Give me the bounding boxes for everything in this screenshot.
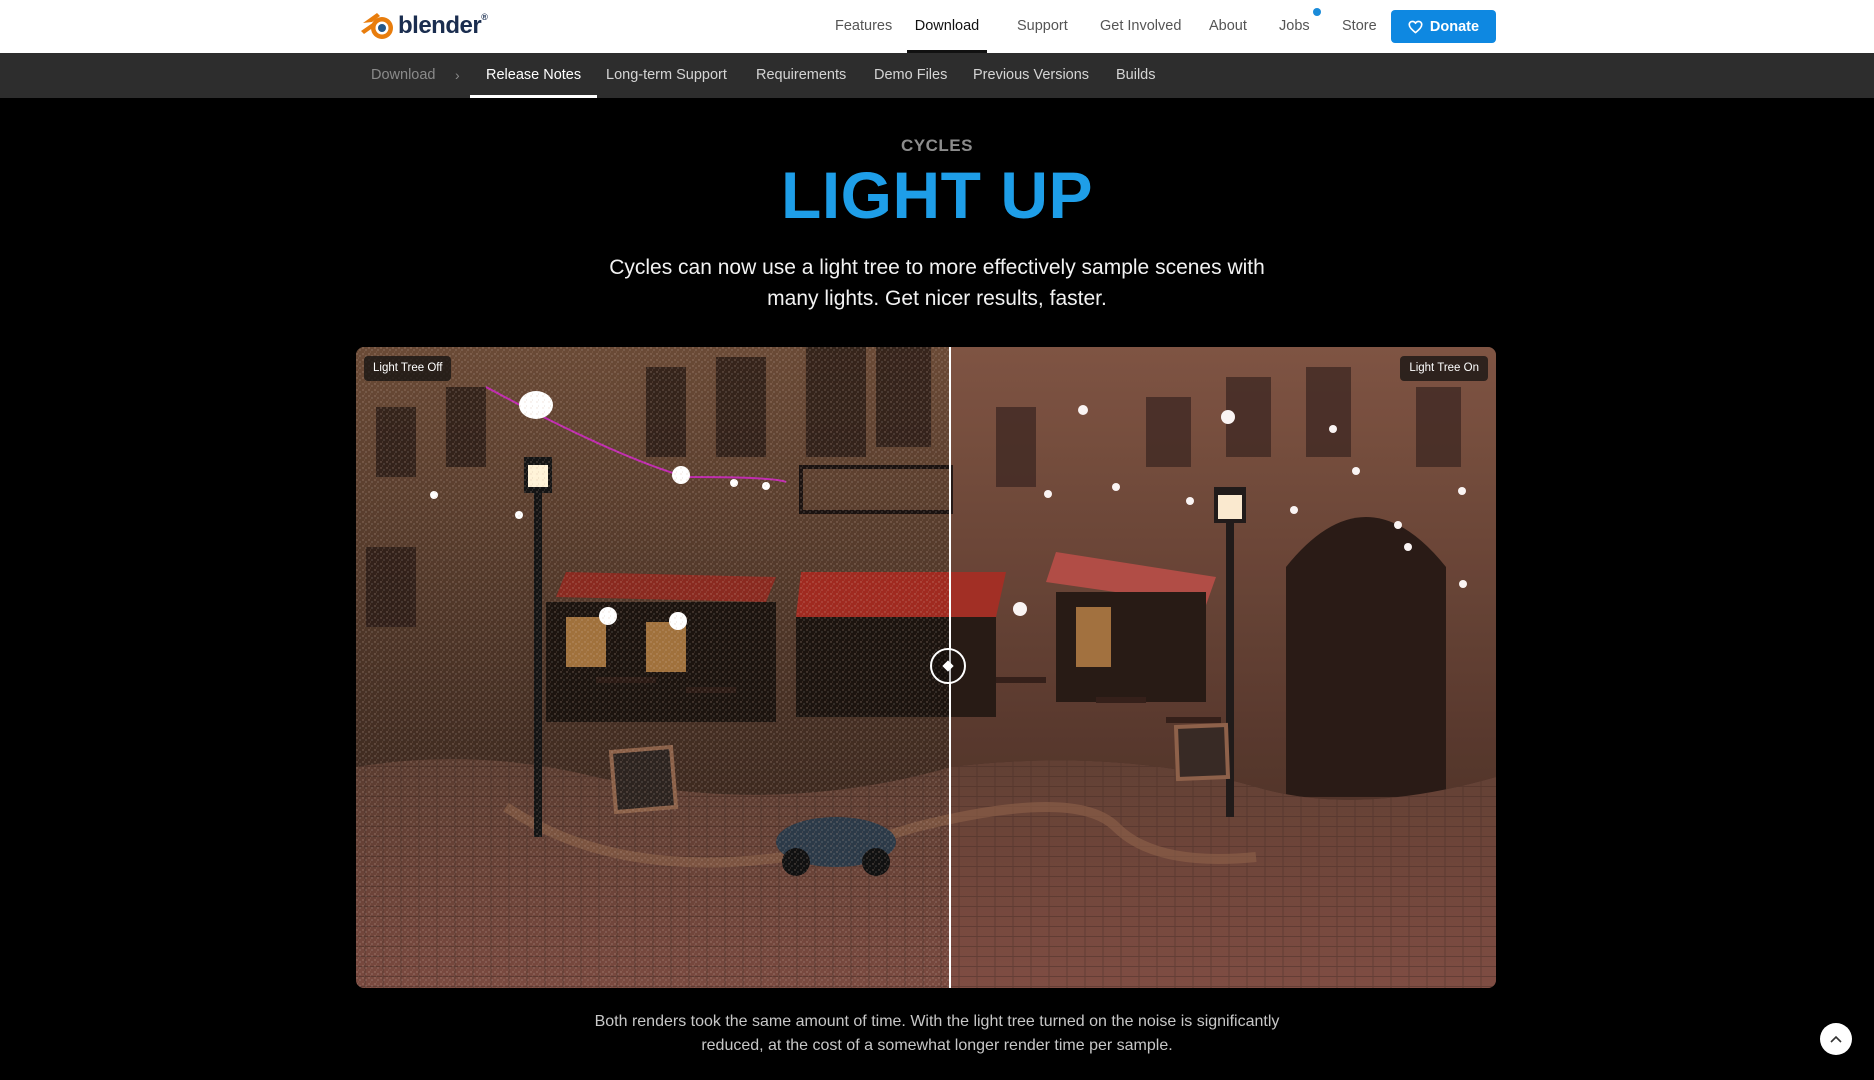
nav-store[interactable]: Store xyxy=(1342,0,1377,53)
subnav-long-term-support[interactable]: Long-term Support xyxy=(606,53,727,98)
nav-support[interactable]: Support xyxy=(1017,0,1068,53)
donate-label: Donate xyxy=(1429,18,1480,35)
nav-jobs[interactable]: Jobs xyxy=(1279,0,1310,53)
breadcrumb-download[interactable]: Download xyxy=(371,53,436,98)
back-to-top-button[interactable] xyxy=(1820,1023,1852,1055)
logo-wordmark: blender® xyxy=(398,12,488,39)
chevron-up-icon xyxy=(1830,1035,1842,1043)
subnav-requirements[interactable]: Requirements xyxy=(756,53,846,98)
section-headline: LIGHT UP xyxy=(0,156,1874,234)
nav-about[interactable]: About xyxy=(1209,0,1247,53)
nav-get-involved[interactable]: Get Involved xyxy=(1100,0,1181,53)
nav-features[interactable]: Features xyxy=(835,0,892,53)
label-light-tree-off: Light Tree Off xyxy=(364,356,452,381)
nav-download[interactable]: Download xyxy=(907,0,987,53)
blender-logo-icon xyxy=(361,13,393,39)
render-comparison-slider[interactable]: Light Tree Off Light Tree On xyxy=(356,347,1496,988)
subnav-previous-versions[interactable]: Previous Versions xyxy=(973,53,1089,98)
subnav-demo-files[interactable]: Demo Files xyxy=(874,53,947,98)
heart-icon xyxy=(1408,20,1423,33)
comparison-caption: Both renders took the same amount of tim… xyxy=(594,1013,1280,1054)
render-comparison-image xyxy=(356,347,1496,988)
headline-light-word: LIGHT xyxy=(781,158,982,232)
blender-logo[interactable]: blender® xyxy=(360,9,488,43)
headline-bold-word: UP xyxy=(1000,158,1093,232)
donate-button[interactable]: Donate xyxy=(1391,10,1496,43)
label-light-tree-on: Light Tree On xyxy=(1400,356,1488,381)
subnav-builds[interactable]: Builds xyxy=(1116,53,1156,98)
top-navigation: blender® Features Download Support Get I… xyxy=(0,0,1874,53)
subnav-release-notes[interactable]: Release Notes xyxy=(469,53,598,98)
chevron-right-icon: › xyxy=(455,67,460,83)
section-lede: Cycles can now use a light tree to more … xyxy=(609,256,1265,310)
slider-handle-icon[interactable] xyxy=(930,648,966,684)
section-eyebrow: CYCLES xyxy=(901,136,973,155)
jobs-notification-dot xyxy=(1313,8,1321,16)
download-subnav: Download › Release Notes Long-term Suppo… xyxy=(0,53,1874,98)
